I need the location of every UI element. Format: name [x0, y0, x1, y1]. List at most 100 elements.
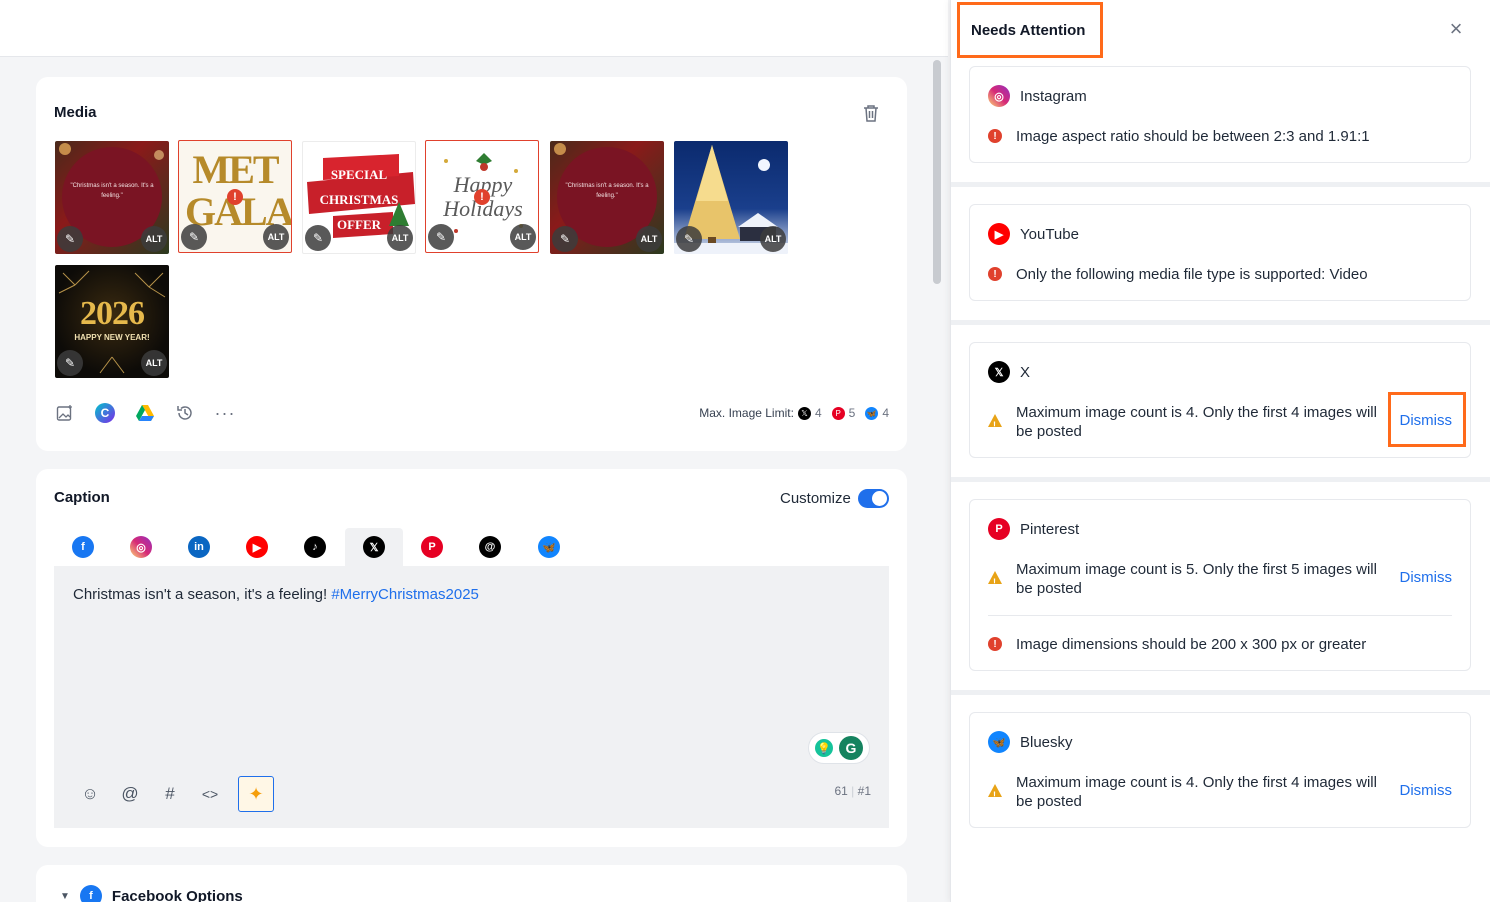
google-drive-icon[interactable]	[134, 402, 156, 424]
pinterest-icon: P	[421, 536, 443, 558]
grammarly-widget[interactable]: 💡 G	[808, 732, 870, 764]
canva-icon[interactable]: C	[94, 402, 116, 424]
issue-header: P Pinterest	[988, 518, 1079, 540]
history-icon[interactable]	[174, 402, 196, 424]
grammarly-icon[interactable]: G	[839, 736, 863, 760]
customize-toggle[interactable]	[858, 489, 889, 508]
issue-message-text: Maximum image count is 4. Only the first…	[1016, 774, 1377, 810]
issue-message-text: Only the following media file type is su…	[1016, 266, 1368, 283]
tab-instagram[interactable]: ◎	[112, 528, 170, 566]
customize-label: Customize	[780, 490, 851, 507]
media-thumbnail[interactable]: SPECIAL CHRISTMAS OFFER ✎ ALT	[302, 141, 416, 254]
top-bar	[0, 0, 948, 57]
dismiss-button[interactable]: Dismiss	[1400, 782, 1453, 799]
hashtag-icon[interactable]: #	[158, 782, 182, 806]
issue-header: 🦋 Bluesky	[988, 731, 1073, 753]
tab-x[interactable]: 𝕏	[345, 528, 403, 566]
x-icon: 𝕏	[988, 361, 1010, 383]
issue-card-instagram: ◎ Instagram ! Image aspect ratio should …	[969, 66, 1471, 163]
dismiss-button[interactable]: Dismiss	[1400, 569, 1453, 586]
threads-icon: @	[479, 536, 501, 558]
facebook-options-card[interactable]: ▼ f Facebook Options	[36, 865, 907, 902]
edit-pencil-icon[interactable]: ✎	[676, 226, 702, 252]
caption-toolbar: ☺ @ # <> ✦	[78, 776, 274, 812]
issue-platform-name: Pinterest	[1020, 520, 1080, 538]
max-image-limit-label: Max. Image Limit:	[699, 406, 794, 420]
warning-icon	[988, 571, 1002, 592]
alt-text-button[interactable]: ALT	[141, 226, 167, 252]
tab-facebook[interactable]: f	[54, 528, 112, 566]
code-icon[interactable]: <>	[198, 782, 222, 806]
pinterest-icon: P	[988, 518, 1010, 540]
tab-tiktok[interactable]: ♪	[286, 528, 344, 566]
alt-text-button[interactable]: ALT	[141, 350, 167, 376]
caption-card: Caption Customize f ◎ in ▶ ♪ 𝕏 P @ 🦋 Chr…	[36, 469, 907, 847]
caption-hashtag[interactable]: #MerryChristmas2025	[331, 586, 479, 603]
warning-icon	[988, 414, 1002, 435]
issue-message: Maximum image count is 4. Only the first…	[988, 773, 1458, 811]
lightbulb-icon[interactable]: 💡	[815, 739, 833, 757]
facebook-icon: f	[72, 536, 94, 558]
thumbnail-quote: "Christmas isn't a season. It's a feelin…	[565, 183, 649, 199]
caption-body: Christmas isn't a season, it's a feeling…	[73, 586, 332, 603]
edit-pencil-icon[interactable]: ✎	[552, 226, 578, 252]
media-thumbnail[interactable]: 2026 HAPPY NEW YEAR! ✎ ALT	[55, 265, 169, 378]
media-thumbnail[interactable]: ✎ ALT	[674, 141, 788, 254]
tiktok-icon: ♪	[304, 536, 326, 558]
error-icon: !	[988, 267, 1002, 281]
alt-text-button[interactable]: ALT	[387, 225, 413, 251]
more-options-icon[interactable]: ···	[214, 402, 236, 424]
bluesky-icon: 🦋	[988, 731, 1010, 753]
issue-card-bluesky: 🦋 Bluesky Maximum image count is 4. Only…	[969, 712, 1471, 828]
issue-message: ! Image aspect ratio should be between 2…	[988, 127, 1458, 146]
x-icon: 𝕏	[363, 536, 385, 558]
youtube-icon: ▶	[988, 223, 1010, 245]
ai-assist-icon[interactable]: ✦	[238, 776, 274, 812]
chevron-down-icon: ▼	[60, 890, 70, 902]
alt-text-button[interactable]: ALT	[760, 226, 786, 252]
tab-pinterest[interactable]: P	[403, 528, 461, 566]
post-editor: Media "Christmas isn't a season. It's a …	[0, 0, 948, 902]
tab-threads[interactable]: @	[461, 528, 519, 566]
facebook-icon: f	[79, 885, 102, 902]
issue-message-text: Maximum image count is 4. Only the first…	[1016, 404, 1377, 440]
edit-pencil-icon[interactable]: ✎	[57, 226, 83, 252]
alt-text-button[interactable]: ALT	[263, 224, 289, 250]
issue-message-text: Image dimensions should be 200 x 300 px …	[1016, 636, 1367, 653]
media-thumbnail[interactable]: "Christmas isn't a season. It's a feelin…	[55, 141, 169, 254]
tab-bluesky[interactable]: 🦋	[520, 528, 578, 566]
alt-text-button[interactable]: ALT	[510, 224, 536, 250]
panel-title: Needs Attention	[957, 2, 1103, 58]
editor-scrollbar[interactable]	[933, 60, 941, 284]
media-thumbnail[interactable]: "Christmas isn't a season. It's a feelin…	[550, 141, 664, 254]
issue-platform-name: YouTube	[1020, 225, 1079, 243]
x-limit-count: 4	[814, 406, 822, 420]
caption-text[interactable]: Christmas isn't a season, it's a feeling…	[73, 586, 479, 603]
close-icon[interactable]: ×	[1446, 18, 1466, 40]
media-card: Media "Christmas isn't a season. It's a …	[36, 77, 907, 451]
divider	[951, 182, 1490, 187]
caption-editor[interactable]: Christmas isn't a season, it's a feeling…	[54, 566, 889, 828]
thumbnail-art-text: 2026	[80, 295, 145, 332]
issue-platform-name: X	[1020, 363, 1031, 381]
edit-pencil-icon[interactable]: ✎	[57, 350, 83, 376]
thumbnail-quote: "Christmas isn't a season. It's a feelin…	[70, 183, 154, 199]
facebook-options-label: Facebook Options	[111, 887, 243, 902]
edit-pencil-icon[interactable]: ✎	[428, 224, 454, 250]
emoji-icon[interactable]: ☺	[78, 782, 102, 806]
alt-text-button[interactable]: ALT	[636, 226, 662, 252]
tab-linkedin[interactable]: in	[170, 528, 228, 566]
issue-message: Maximum image count is 5. Only the first…	[988, 560, 1458, 598]
tab-youtube[interactable]: ▶	[228, 528, 286, 566]
media-thumbnail[interactable]: Happy Holidays ! ✎ ALT	[425, 140, 539, 253]
add-image-icon[interactable]	[54, 402, 76, 424]
facebook-options-header[interactable]: ▼ f Facebook Options	[60, 885, 243, 902]
edit-pencil-icon[interactable]: ✎	[181, 224, 207, 250]
trash-icon[interactable]	[862, 103, 880, 123]
issue-message-text: Maximum image count is 5. Only the first…	[1016, 561, 1377, 597]
linkedin-icon: in	[188, 536, 210, 558]
edit-pencil-icon[interactable]: ✎	[305, 225, 331, 251]
media-thumbnail[interactable]: MET GALA ! ✎ ALT	[178, 140, 292, 253]
mention-icon[interactable]: @	[118, 782, 142, 806]
bluesky-icon: 🦋	[865, 406, 879, 420]
